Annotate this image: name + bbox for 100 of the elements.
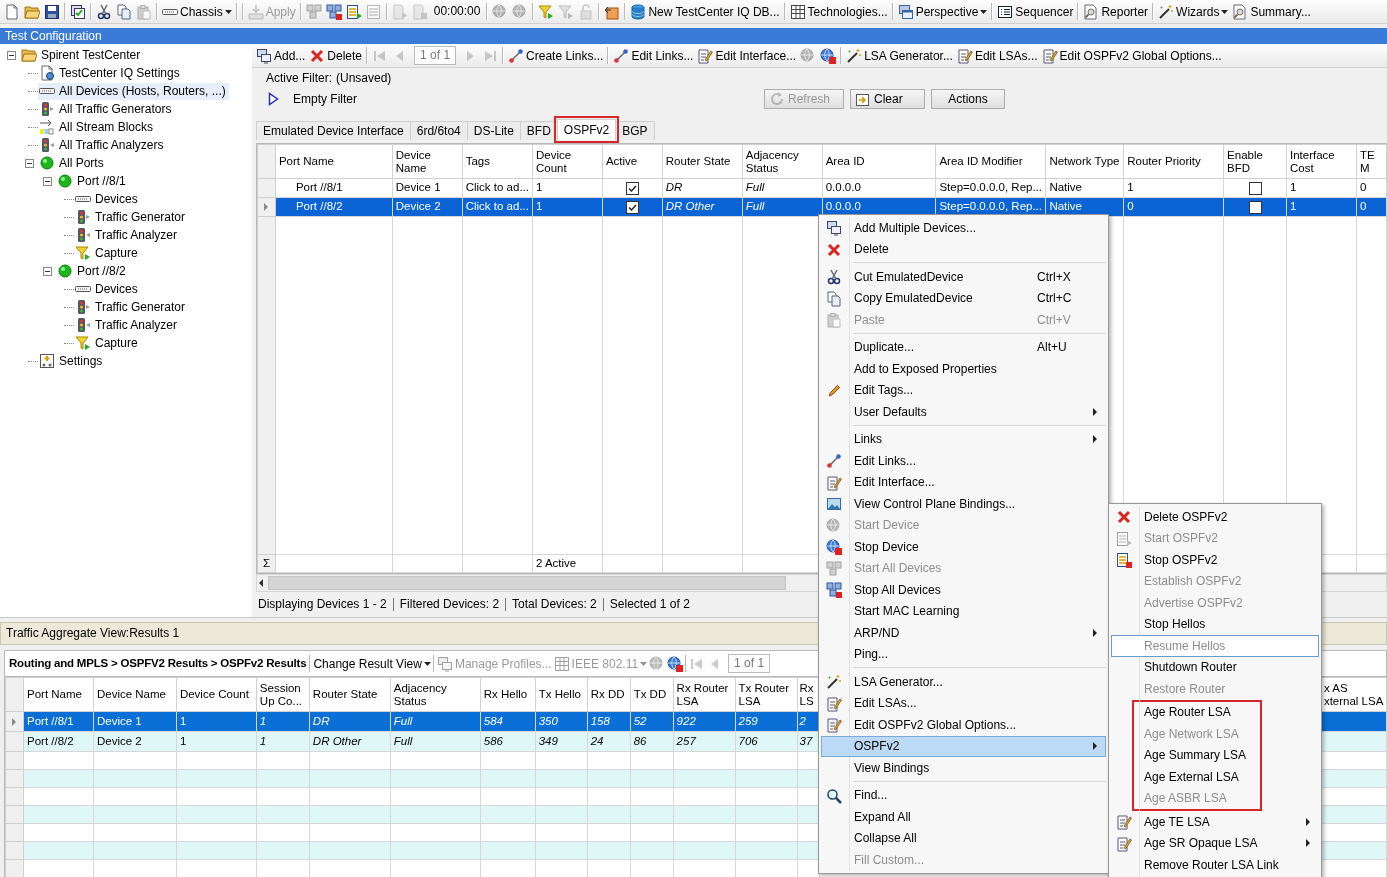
column-header[interactable]: Rx Hello [480,677,536,712]
menu-item[interactable]: Links [821,428,1106,450]
column-header[interactable]: Device Name [392,144,463,179]
menu-item[interactable]: Stop All Devices [821,579,1106,601]
menu-item[interactable]: Duplicate... Alt+U [821,336,1106,358]
column-header[interactable]: Area ID Modifier [935,144,1046,179]
tree-toggle[interactable] [6,50,16,60]
tree-item[interactable]: Settings [38,352,106,370]
tree-item[interactable]: Port //8/2 [56,262,129,280]
column-header[interactable]: Session Up Co... [256,677,310,712]
column-header[interactable]: Adjacency Status [742,144,823,179]
toolbar-button[interactable]: Wizards [1156,1,1231,22]
checkbox[interactable] [1248,181,1262,195]
menu-item[interactable]: Edit Links... [821,450,1106,472]
tree-item[interactable]: Traffic Analyzer [74,226,181,244]
tree-toggle[interactable] [42,266,52,276]
toolbar-button[interactable]: Summary... [1230,1,1313,22]
menu-item[interactable]: Delete OSPFv2 [1111,506,1319,528]
tab[interactable]: Emulated Device Interface [256,121,411,140]
column-header[interactable]: Tx Router LSA [735,677,798,712]
menu-item[interactable]: Age External LSA [1134,766,1260,788]
menu-item[interactable]: User Defaults [821,401,1106,423]
toolbar-button[interactable]: Edit LSAs... [954,45,1040,66]
tree-item[interactable]: Devices [74,280,141,298]
menu-item[interactable]: OSPFv2 [821,735,1106,757]
tree-item[interactable]: Capture [74,334,141,352]
menu-item[interactable]: Cut EmulatedDevice Ctrl+X [821,266,1106,288]
column-header[interactable]: Router State [662,144,743,179]
tree-item[interactable]: TestCenter IQ Settings [38,64,183,82]
toolbar-button[interactable]: Delete [307,45,365,66]
filter-button[interactable]: Actions [931,89,1005,109]
menu-item[interactable]: LSA Generator... [821,671,1106,693]
toolbar-button[interactable]: Technologies... [787,1,890,22]
toolbar-button[interactable]: LSA Generator... [844,45,955,66]
tree-item[interactable]: Capture [74,244,141,262]
tree-item[interactable]: All Ports [38,154,107,172]
toolbar-button[interactable]: Sequencer [995,1,1076,22]
column-header[interactable]: Tags [462,144,533,179]
tree-toggle[interactable] [42,176,52,186]
checkbox[interactable] [625,200,639,214]
checkbox[interactable] [625,181,639,195]
column-header[interactable]: x AS xternal LSA [1321,677,1387,712]
filter-name[interactable]: Empty Filter [293,91,357,107]
menu-item[interactable]: Remove Router LSA Link [1111,854,1319,876]
column-header[interactable]: Device Name [93,677,177,712]
tree-toggle[interactable] [24,158,34,168]
toolbar-button[interactable]: Perspective [895,1,990,22]
toolbar-button[interactable]: Edit Links... [611,45,696,66]
table-row[interactable]: Port //8/1 Device 1 Click to ad... 1 DR Full 0.0.0.0 Step=0.0.0.0, Rep... Native 1 1 0 [257,178,1387,198]
menu-item[interactable]: Add Multiple Devices... [821,217,1106,239]
column-header[interactable]: Port Name [275,144,393,179]
column-header[interactable]: TE M [1356,144,1387,179]
menu-item[interactable]: Collapse All [821,827,1106,849]
menu-item[interactable]: Add to Exposed Properties [821,358,1106,380]
tree-item[interactable]: All Traffic Generators [38,100,175,118]
tab[interactable]: DS-Lite [466,121,521,140]
menu-item[interactable]: View Bindings [821,757,1106,779]
column-header[interactable]: Interface Cost [1286,144,1357,179]
menu-item[interactable]: Stop Device [821,536,1106,558]
menu-item[interactable]: Start MAC Learning [821,600,1106,622]
column-header[interactable]: Router Priority [1123,144,1224,179]
toolbar-button[interactable]: Change Result View [312,653,432,674]
tree-item[interactable]: All Traffic Analyzers [38,136,167,154]
menu-item[interactable]: Delete [821,238,1106,260]
menu-item[interactable]: Ping... [821,643,1106,665]
menu-item[interactable]: Copy EmulatedDevice Ctrl+C [821,287,1106,309]
column-header[interactable]: Enable BFD [1223,144,1287,179]
tree-item[interactable]: Devices [74,190,141,208]
toolbar-button[interactable] [666,653,685,674]
tab[interactable]: 6rd/6to4 [409,121,468,140]
column-header[interactable]: Rx DD [587,677,631,712]
column-header[interactable]: Rx LS [797,677,820,712]
filter-button[interactable]: Clear [850,89,925,109]
toolbar-button[interactable] [818,45,839,66]
column-header[interactable]: Router State [309,677,391,712]
tree-item[interactable]: All Devices (Hosts, Routers, ...) [38,82,229,100]
tree-item[interactable]: Spirent TestCenter [20,46,144,64]
toolbar-button[interactable]: Add... [254,45,308,66]
scrollbar-thumb[interactable] [268,576,786,590]
menu-item[interactable]: Expand All [821,806,1106,828]
column-header[interactable]: Tx DD [630,677,674,712]
menu-item[interactable]: ARP/ND [821,622,1106,644]
toolbar-button[interactable]: New TestCenter IQ DB... [628,1,782,22]
tree-item[interactable]: Traffic Generator [74,298,189,316]
toolbar-button[interactable]: Create Links... [506,45,606,66]
column-header[interactable]: Tx Hello [535,677,588,712]
expand-arrow-icon[interactable] [268,92,279,106]
column-header[interactable]: Adjacency Status [390,677,481,712]
column-header[interactable]: Port Name [23,677,94,712]
menu-item[interactable]: Edit Interface... [821,471,1106,493]
menu-item[interactable]: View Control Plane Bindings... [821,493,1106,515]
menu-item[interactable]: Edit Tags... [821,379,1106,401]
tree-item[interactable]: Port //8/1 [56,172,129,190]
column-header[interactable]: Device Count [532,144,603,179]
toolbar-button[interactable]: Edit OSPFv2 Global Options... [1039,45,1224,66]
scroll-left-icon[interactable] [257,578,265,588]
menu-item[interactable]: Find... [821,784,1106,806]
tree-item[interactable]: Traffic Generator [74,208,189,226]
checkbox[interactable] [1248,200,1262,214]
tab[interactable]: OSPFv2 [556,119,617,140]
